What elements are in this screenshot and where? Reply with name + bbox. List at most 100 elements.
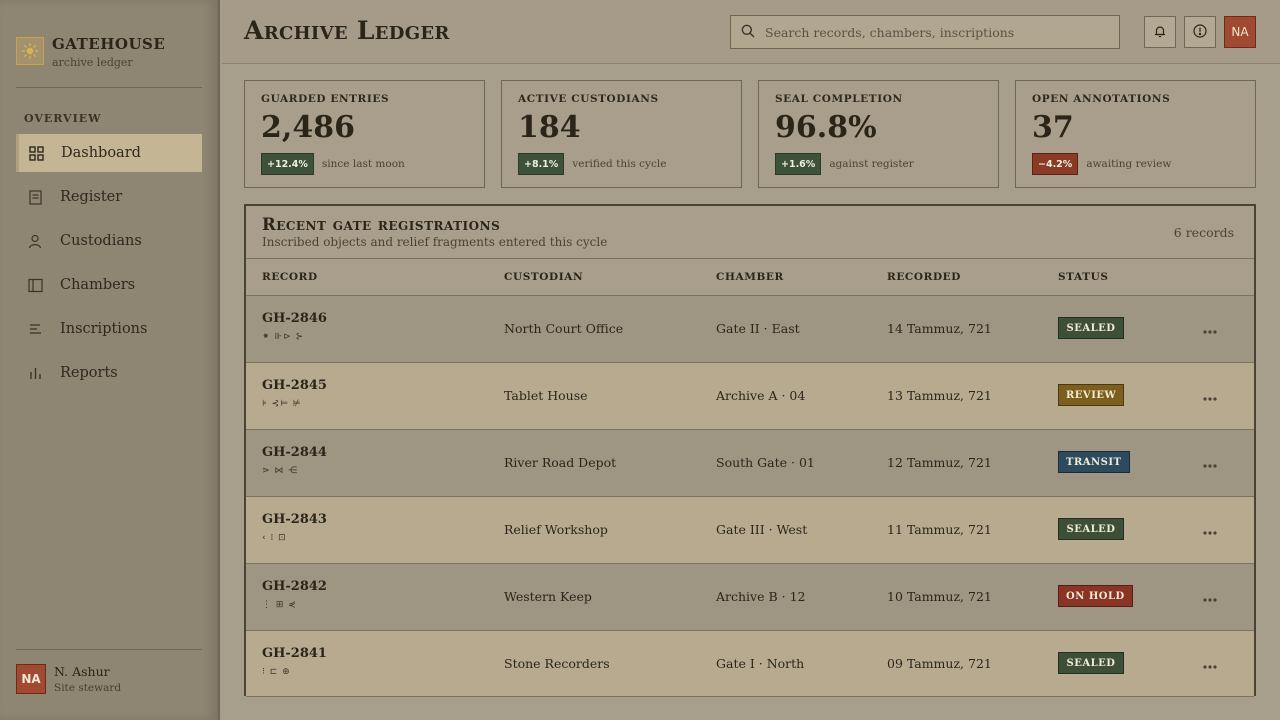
record-id[interactable]: GH-2846 bbox=[262, 311, 327, 326]
stat-delta-badge: +1.6% bbox=[775, 153, 822, 175]
column-header-chamber[interactable]: CHAMBER bbox=[716, 271, 784, 283]
sun-seal-icon bbox=[16, 37, 44, 65]
status-badge: SEALED bbox=[1058, 518, 1124, 540]
recorded-cell: 09 Tammuz, 721 bbox=[887, 656, 992, 671]
info-circle-icon bbox=[1193, 23, 1207, 42]
stat-label: GUARDED ENTRIES bbox=[261, 93, 390, 105]
top-header: Archive Ledger NA bbox=[222, 0, 1280, 64]
more-options-button[interactable] bbox=[1196, 586, 1224, 606]
chamber-cell: Gate III · West bbox=[716, 522, 808, 537]
record-id[interactable]: GH-2844 bbox=[262, 445, 327, 460]
sidebar-item-custodians[interactable]: Custodians bbox=[16, 222, 202, 260]
recorded-cell: 11 Tammuz, 721 bbox=[887, 522, 992, 537]
stat-delta-badge: +12.4% bbox=[261, 153, 314, 175]
stat-delta-badge: −4.2% bbox=[1032, 153, 1079, 175]
stat-note: since last moon bbox=[321, 158, 405, 170]
bars-icon bbox=[26, 364, 44, 382]
recorded-cell: 14 Tammuz, 721 bbox=[887, 321, 992, 336]
notifications-button[interactable] bbox=[1144, 16, 1176, 48]
chamber-cell: Gate II · East bbox=[716, 321, 800, 336]
stat-value: 184 bbox=[518, 110, 581, 145]
sidebar: GATEHOUSE archive ledger OVERVIEW Dashbo… bbox=[0, 0, 220, 720]
ellipsis-icon bbox=[1203, 319, 1217, 338]
table-row[interactable]: GH-2841 ⁝ ⊏ ⊕ Stone Recorders Gate I · Nort… bbox=[246, 631, 1254, 697]
column-header-record[interactable]: RECORD bbox=[262, 271, 318, 283]
table-row[interactable]: GH-2842 ⋮ ⊞ ⋞ Western Keep Archive B · 12 10… bbox=[246, 564, 1254, 631]
more-options-button[interactable] bbox=[1196, 452, 1224, 472]
sidebar-item-register[interactable]: Register bbox=[16, 178, 202, 216]
chamber-cell: Gate I · North bbox=[716, 656, 805, 671]
recorded-cell: 13 Tammuz, 721 bbox=[887, 388, 992, 403]
table-row[interactable]: GH-2845 ⊧ ⊰⊨ ⊭ Tablet House Archive A · 04 1… bbox=[246, 363, 1254, 430]
document-icon bbox=[26, 188, 44, 206]
alerts-button[interactable] bbox=[1184, 16, 1216, 48]
table-row[interactable]: GH-2844 ⋗ ⋈ ⋲ River Road Depot South Gate ·… bbox=[246, 430, 1254, 497]
sidebar-item-chambers[interactable]: Chambers bbox=[16, 266, 202, 304]
ellipsis-icon bbox=[1203, 654, 1217, 673]
sidebar-item-label: Inscriptions bbox=[60, 321, 148, 337]
status-badge: ON HOLD bbox=[1058, 585, 1133, 607]
record-glyph: ⁕ ⊪⊳ ⊱ bbox=[262, 332, 305, 342]
column-header-custodian[interactable]: CUSTODIAN bbox=[504, 271, 583, 283]
sidebar-item-inscriptions[interactable]: Inscriptions bbox=[16, 310, 202, 348]
custodian-cell: Relief Workshop bbox=[504, 522, 608, 537]
record-id[interactable]: GH-2842 bbox=[262, 579, 327, 594]
sidebar-item-dashboard[interactable]: Dashboard bbox=[16, 134, 202, 172]
account-avatar-button[interactable]: NA bbox=[1224, 16, 1256, 48]
panel-subtitle: Inscribed objects and relief fragments e… bbox=[262, 235, 608, 249]
record-glyph: ⋮ ⊞ ⋞ bbox=[262, 600, 297, 610]
status-badge: SEALED bbox=[1058, 652, 1124, 674]
column-header-status[interactable]: STATUS bbox=[1058, 271, 1109, 283]
record-count: 6 records bbox=[1173, 225, 1234, 240]
custodian-cell: Tablet House bbox=[504, 388, 588, 403]
stat-value: 2,486 bbox=[261, 110, 355, 145]
recorded-cell: 12 Tammuz, 721 bbox=[887, 455, 992, 470]
table-row[interactable]: GH-2843 ‹ ⁞ ⊡ Relief Workshop Gate III · We… bbox=[246, 497, 1254, 564]
more-options-button[interactable] bbox=[1196, 653, 1224, 673]
ellipsis-icon bbox=[1203, 587, 1217, 606]
sidebar-item-label: Dashboard bbox=[61, 145, 141, 161]
brand-subtitle: archive ledger bbox=[52, 56, 133, 69]
more-options-button[interactable] bbox=[1196, 318, 1224, 338]
stat-label: SEAL COMPLETION bbox=[775, 93, 903, 105]
ellipsis-icon bbox=[1203, 520, 1217, 539]
custodian-cell: River Road Depot bbox=[504, 455, 617, 470]
record-glyph: ⊧ ⊰⊨ ⊭ bbox=[262, 399, 302, 409]
sidebar-item-label: Register bbox=[60, 189, 123, 205]
sidebar-item-reports[interactable]: Reports bbox=[16, 354, 202, 392]
more-options-button[interactable] bbox=[1196, 519, 1224, 539]
lines-icon bbox=[26, 320, 44, 338]
record-glyph: ⋗ ⋈ ⋲ bbox=[262, 466, 299, 476]
chamber-cell: Archive B · 12 bbox=[716, 589, 806, 604]
sidebar-section-label: OVERVIEW bbox=[24, 112, 102, 125]
column-header-recorded[interactable]: RECORDED bbox=[887, 271, 961, 283]
search-box[interactable] bbox=[730, 15, 1120, 49]
page-title: Archive Ledger bbox=[244, 16, 450, 45]
search-input[interactable] bbox=[765, 24, 1105, 40]
record-id[interactable]: GH-2843 bbox=[262, 512, 327, 527]
user-name: N. Ashur bbox=[54, 664, 110, 679]
ellipsis-icon bbox=[1203, 386, 1217, 405]
sidebar-item-label: Custodians bbox=[60, 233, 142, 249]
stat-card-active-custodians: ACTIVE CUSTODIANS 184 +8.1% verified thi… bbox=[501, 80, 742, 188]
avatar: NA bbox=[16, 664, 46, 694]
person-icon bbox=[26, 232, 44, 250]
brand[interactable]: GATEHOUSE archive ledger bbox=[16, 36, 165, 69]
stat-label: OPEN ANNOTATIONS bbox=[1032, 93, 1171, 105]
chamber-cell: South Gate · 01 bbox=[716, 455, 815, 470]
columns-icon bbox=[26, 276, 44, 294]
more-options-button[interactable] bbox=[1196, 385, 1224, 405]
table-row[interactable]: GH-2846 ⁕ ⊪⊳ ⊱ North Court Office Gate II ·… bbox=[246, 296, 1254, 363]
table-header: RECORD CUSTODIAN CHAMBER RECORDED STATUS bbox=[246, 258, 1254, 296]
stat-note: against register bbox=[829, 158, 914, 170]
record-id[interactable]: GH-2845 bbox=[262, 378, 327, 393]
record-id[interactable]: GH-2841 bbox=[262, 646, 327, 661]
custodian-cell: Western Keep bbox=[504, 589, 592, 604]
chamber-cell: Archive A · 04 bbox=[716, 388, 806, 403]
record-glyph: ⁝ ⊏ ⊕ bbox=[262, 667, 291, 677]
stat-card-seal-completion: SEAL COMPLETION 96.8% +1.6% against regi… bbox=[758, 80, 999, 188]
user-profile[interactable]: NA N. Ashur Site steward bbox=[16, 664, 121, 694]
recorded-cell: 10 Tammuz, 721 bbox=[887, 589, 992, 604]
status-badge: REVIEW bbox=[1058, 384, 1125, 406]
registrations-panel: Recent gate registrations Inscribed obje… bbox=[244, 204, 1256, 697]
